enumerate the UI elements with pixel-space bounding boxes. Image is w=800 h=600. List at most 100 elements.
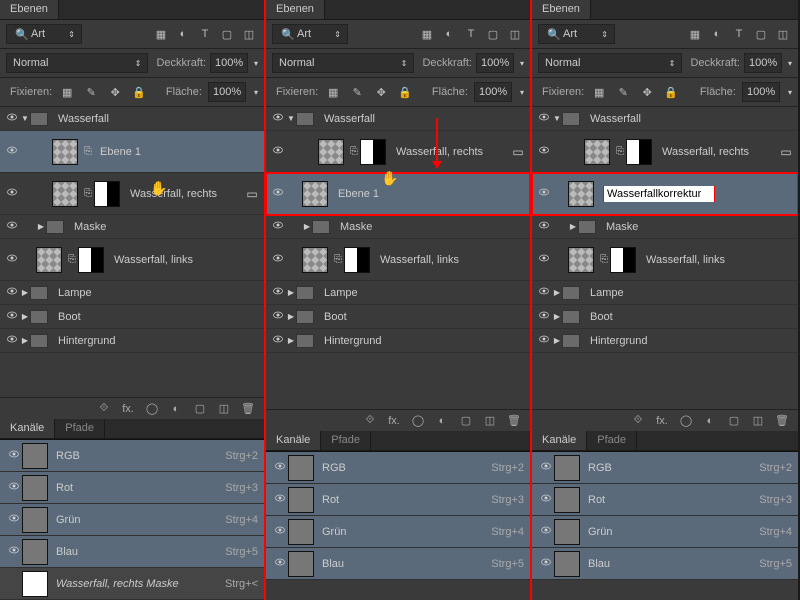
filter-select[interactable]: 🔍Art⇕: [272, 24, 348, 44]
visibility-toggle[interactable]: [4, 144, 20, 159]
channel-row[interactable]: BlauStrg+5: [532, 548, 798, 580]
visibility-toggle[interactable]: [536, 111, 552, 126]
tab-pfade[interactable]: Pfade: [321, 431, 371, 450]
layer-group[interactable]: ▶Maske: [0, 215, 264, 239]
new-layer-icon[interactable]: ◫: [216, 401, 232, 417]
mask-icon[interactable]: ◯: [410, 413, 426, 429]
mask-thumbnail[interactable]: [626, 139, 652, 165]
tab-pfade[interactable]: Pfade: [587, 431, 637, 450]
fx-icon[interactable]: fx.: [654, 413, 670, 429]
disclosure-icon[interactable]: ▼: [286, 114, 296, 123]
visibility-toggle[interactable]: [4, 219, 20, 234]
mask-icon[interactable]: ◯: [678, 413, 694, 429]
filter-adjust-icon[interactable]: ◐: [174, 25, 192, 43]
lock-position-icon[interactable]: ✥: [372, 83, 390, 101]
filter-type-icon[interactable]: T: [462, 25, 480, 43]
visibility-toggle[interactable]: [4, 285, 20, 300]
visibility-toggle[interactable]: [270, 333, 286, 348]
visibility-toggle[interactable]: [538, 460, 554, 475]
chevron-down-icon[interactable]: ▾: [520, 59, 524, 68]
trash-icon[interactable]: 🗑: [774, 413, 790, 429]
lock-all-icon[interactable]: 🔒: [130, 83, 148, 101]
tab-kanale[interactable]: Kanäle: [266, 431, 321, 450]
tab-ebenen[interactable]: Ebenen: [0, 0, 59, 19]
layer-item[interactable]: ⎘Ebene 1: [0, 131, 264, 173]
fill-input[interactable]: 100%: [474, 82, 512, 102]
tab-ebenen[interactable]: Ebenen: [532, 0, 591, 19]
tab-kanale[interactable]: Kanäle: [532, 431, 587, 450]
visibility-toggle[interactable]: [538, 556, 554, 571]
adjustment-icon[interactable]: ◐: [434, 413, 450, 429]
channel-row[interactable]: RGBStrg+2: [0, 440, 264, 472]
filter-smart-icon[interactable]: ◫: [506, 25, 524, 43]
lock-pixel-icon[interactable]: ✎: [614, 83, 632, 101]
filter-smart-icon[interactable]: ◫: [240, 25, 258, 43]
visibility-toggle[interactable]: [270, 309, 286, 324]
visibility-toggle[interactable]: [536, 144, 552, 159]
mask-thumbnail[interactable]: [344, 247, 370, 273]
layer-group[interactable]: ▶Hintergrund: [266, 329, 530, 353]
chevron-down-icon[interactable]: ▾: [254, 59, 258, 68]
new-layer-icon[interactable]: ◫: [482, 413, 498, 429]
link-layers-icon[interactable]: ⟐: [630, 413, 646, 429]
link-icon[interactable]: ⎘: [66, 254, 78, 265]
layer-group[interactable]: ▶Maske: [266, 215, 530, 239]
layer-group[interactable]: ▶Hintergrund: [532, 329, 798, 353]
visibility-toggle[interactable]: [6, 512, 22, 527]
layer-item[interactable]: Ebene 1: [266, 173, 530, 215]
link-layers-icon[interactable]: ⟐: [362, 413, 378, 429]
disclosure-icon[interactable]: ▶: [286, 288, 296, 297]
link-icon[interactable]: ⎘: [614, 146, 626, 157]
layer-group[interactable]: ▼Wasserfall: [266, 107, 530, 131]
visibility-toggle[interactable]: [4, 309, 20, 324]
visibility-toggle[interactable]: [4, 186, 20, 201]
visibility-toggle[interactable]: [6, 544, 22, 559]
disclosure-icon[interactable]: ▼: [20, 114, 30, 123]
layer-group[interactable]: ▼Wasserfall: [0, 107, 264, 131]
filter-pixel-icon[interactable]: ▦: [418, 25, 436, 43]
filter-adjust-icon[interactable]: ◐: [708, 25, 726, 43]
tab-kanale[interactable]: Kanäle: [0, 419, 55, 438]
disclosure-icon[interactable]: ▼: [552, 114, 562, 123]
opacity-input[interactable]: 100%: [476, 53, 514, 73]
channel-row[interactable]: GrünStrg+4: [532, 516, 798, 548]
lock-all-icon[interactable]: 🔒: [396, 83, 414, 101]
disclosure-icon[interactable]: ▶: [302, 222, 312, 231]
filter-select[interactable]: 🔍Art⇕: [538, 24, 615, 44]
layer-item[interactable]: ⎘Wasserfall, links: [0, 239, 264, 281]
disclosure-icon[interactable]: ▶: [20, 288, 30, 297]
blend-mode-select[interactable]: Normal⇕: [272, 53, 414, 73]
layer-group[interactable]: ▶Boot: [0, 305, 264, 329]
lock-transparent-icon[interactable]: ▦: [590, 83, 608, 101]
lock-all-icon[interactable]: 🔒: [662, 83, 680, 101]
trash-icon[interactable]: 🗑: [240, 401, 256, 417]
link-icon[interactable]: ⎘: [598, 254, 610, 265]
lock-position-icon[interactable]: ✥: [106, 83, 124, 101]
adjustment-icon[interactable]: ◐: [702, 413, 718, 429]
adjustment-icon[interactable]: ◐: [168, 401, 184, 417]
filter-pixel-icon[interactable]: ▦: [686, 25, 704, 43]
fill-input[interactable]: 100%: [208, 82, 246, 102]
channel-row[interactable]: RotStrg+3: [0, 472, 264, 504]
tab-pfade[interactable]: Pfade: [55, 419, 105, 438]
mask-icon[interactable]: ◯: [144, 401, 160, 417]
visibility-toggle[interactable]: [4, 252, 20, 267]
chevron-down-icon[interactable]: ▾: [520, 88, 524, 97]
visibility-toggle[interactable]: [536, 309, 552, 324]
disclosure-icon[interactable]: ▶: [20, 336, 30, 345]
visibility-toggle[interactable]: [270, 111, 286, 126]
layer-group[interactable]: ▼Wasserfall: [532, 107, 798, 131]
visibility-toggle[interactable]: [538, 524, 554, 539]
fx-icon[interactable]: fx.: [120, 401, 136, 417]
disclosure-icon[interactable]: ▶: [568, 222, 578, 231]
chevron-down-icon[interactable]: ▾: [788, 88, 792, 97]
mask-thumbnail[interactable]: [610, 247, 636, 273]
visibility-toggle[interactable]: [536, 285, 552, 300]
filter-shape-icon[interactable]: ▢: [752, 25, 770, 43]
channel-row[interactable]: RGBStrg+2: [266, 452, 530, 484]
fx-icon[interactable]: fx.: [386, 413, 402, 429]
channel-row[interactable]: BlauStrg+5: [0, 536, 264, 568]
link-layers-icon[interactable]: ⟐: [96, 401, 112, 417]
visibility-toggle[interactable]: [536, 252, 552, 267]
visibility-toggle[interactable]: [272, 492, 288, 507]
